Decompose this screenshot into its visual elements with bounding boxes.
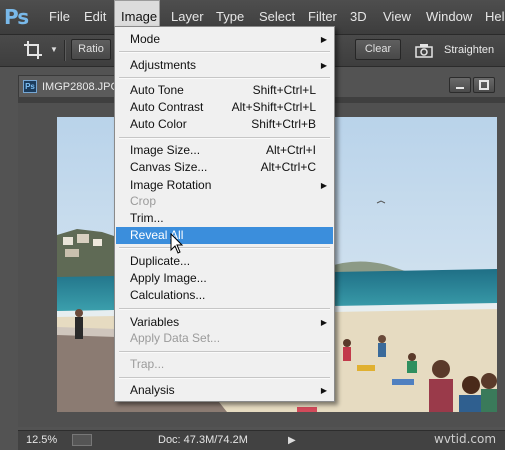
submenu-arrow-icon: ▶ [320, 181, 327, 190]
status-bar: 12.5% Doc: 47.3M/74.2M ▶ [18, 430, 505, 450]
menu-window[interactable]: Window [420, 0, 478, 34]
menu-separator [119, 377, 330, 379]
menu-separator [119, 308, 330, 310]
document-size: Doc: 47.3M/74.2M [158, 434, 248, 446]
submenu-arrow-icon: ▶ [320, 386, 327, 395]
tool-preset-caret-icon[interactable]: ▼ [50, 45, 58, 54]
divider [64, 40, 66, 61]
menu-item-auto-contrast[interactable]: Auto Contrast Alt+Shift+Ctrl+L [116, 99, 333, 116]
menu-item-apply-data-set: Apply Data Set... [130, 331, 221, 345]
mouse-cursor-icon [170, 233, 184, 254]
menu-item-apply-image[interactable]: Apply Image... [116, 270, 333, 287]
menu-item-analysis[interactable]: Analysis ▶ [116, 382, 333, 399]
crop-icon[interactable] [22, 39, 46, 61]
menu-item-image-rotation[interactable]: Image Rotation ▶ [116, 177, 333, 194]
straighten-icon[interactable] [414, 41, 434, 59]
menu-item-mode[interactable]: Mode ▶ [116, 31, 333, 48]
menu-view[interactable]: View [377, 0, 417, 34]
ratio-dropdown[interactable]: Ratio [71, 39, 111, 60]
minimize-button[interactable] [449, 77, 471, 93]
menu-item-auto-tone[interactable]: Auto Tone Shift+Ctrl+L [116, 82, 333, 99]
zoom-level[interactable]: 12.5% [26, 431, 57, 450]
menu-item-trap: Trap... [130, 357, 165, 371]
menu-separator [119, 351, 330, 353]
submenu-arrow-icon: ▶ [320, 318, 327, 327]
document-title: IMGP2808.JPG [42, 81, 120, 93]
menu-edit[interactable]: Edit [78, 0, 112, 34]
submenu-arrow-icon: ▶ [320, 35, 327, 44]
maximize-button[interactable] [473, 77, 495, 93]
menu-item-canvas-size[interactable]: Canvas Size... Alt+Ctrl+C [116, 159, 333, 176]
menu-item-image-size[interactable]: Image Size... Alt+Ctrl+I [116, 142, 333, 159]
menu-item-calculations[interactable]: Calculations... [116, 287, 333, 304]
ps-document-icon: Ps [23, 80, 37, 93]
image-menu-dropdown: Mode ▶ Adjustments ▶ Auto Tone Shift+Ctrl+L… [114, 26, 335, 402]
menu-item-crop: Crop [130, 194, 157, 208]
clear-button[interactable]: Clear [355, 39, 401, 60]
menu-item-variables[interactable]: Variables ▶ [116, 314, 333, 331]
menu-separator [119, 247, 330, 249]
menu-3d[interactable]: 3D [344, 0, 373, 34]
menu-item-trim[interactable]: Trim... [116, 210, 333, 227]
straighten-label[interactable]: Straighten [444, 35, 494, 66]
menu-item-duplicate[interactable]: Duplicate... [116, 253, 333, 270]
menu-file[interactable]: File [43, 0, 76, 34]
menu-item-adjustments[interactable]: Adjustments ▶ [116, 57, 333, 74]
status-view-icon[interactable] [72, 434, 92, 446]
menu-separator [119, 51, 330, 53]
photoshop-logo: Ps [4, 5, 29, 29]
status-menu-arrow-icon[interactable]: ▶ [288, 431, 296, 450]
watermark: wvtid.com [434, 432, 497, 446]
menu-item-reveal-all[interactable]: Reveal All [116, 227, 333, 244]
menu-separator [119, 137, 330, 139]
minimize-icon [456, 87, 464, 89]
menu-separator [119, 77, 330, 79]
menu-help[interactable]: Hel [479, 0, 505, 34]
maximize-icon [479, 80, 489, 90]
menu-item-auto-color[interactable]: Auto Color Shift+Ctrl+B [116, 116, 333, 133]
submenu-arrow-icon: ▶ [320, 61, 327, 70]
